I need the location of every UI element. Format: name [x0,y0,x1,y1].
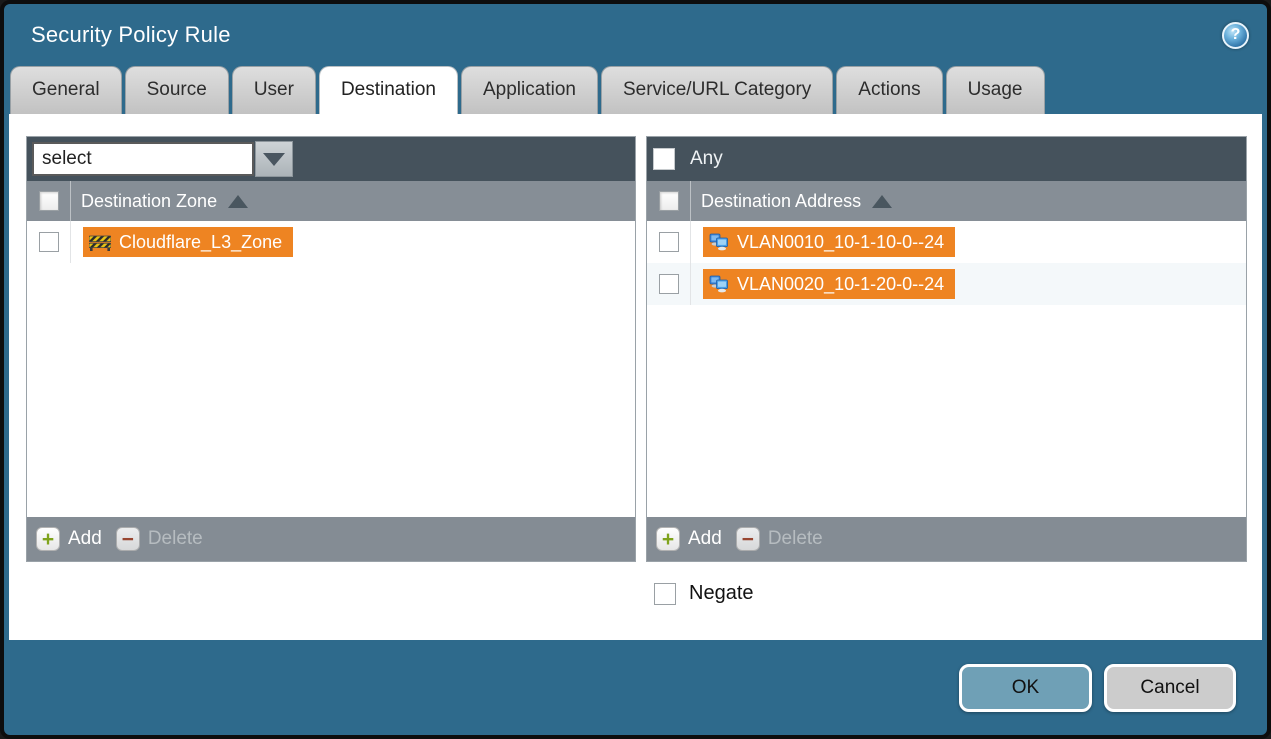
address-entry[interactable]: VLAN0010_10-1-10-0--24 [703,227,955,257]
negate-label: Negate [689,582,754,605]
dialog-titlebar: Security Policy Rule ? [4,4,1267,66]
address-column-label[interactable]: Destination Address [701,191,861,212]
tab-application[interactable]: Application [461,66,598,114]
zone-column-header: Destination Zone [27,181,635,221]
cancel-button[interactable]: Cancel [1104,664,1236,712]
any-label: Any [690,148,723,170]
zone-delete-button[interactable]: − Delete [116,527,203,551]
zone-select-input[interactable] [32,142,254,176]
address-entry[interactable]: VLAN0020_10-1-20-0--24 [703,269,955,299]
minus-icon: − [116,527,140,551]
address-add-button[interactable]: + Add [656,527,722,551]
zone-select-dropdown-button[interactable] [255,141,293,177]
address-column-header: Destination Address [647,181,1246,221]
address-any-bar: Any [647,137,1246,181]
tab-source[interactable]: Source [125,66,229,114]
security-policy-rule-dialog: Security Policy Rule ? General Source Us… [0,0,1271,739]
any-checkbox[interactable] [653,148,675,170]
zone-row-checkbox[interactable] [39,232,59,252]
zone-entry[interactable]: Cloudflare_L3_Zone [83,227,293,257]
ok-button[interactable]: OK [959,664,1092,712]
chevron-down-icon [263,153,285,166]
address-entry-label: VLAN0010_10-1-10-0--24 [737,232,944,253]
tab-bar: General Source User Destination Applicat… [4,66,1267,114]
zone-add-button[interactable]: + Add [36,527,102,551]
tab-destination[interactable]: Destination [319,66,458,114]
minus-icon: − [736,527,760,551]
zone-actions-bar: + Add − Delete [27,517,635,561]
table-row: VLAN0020_10-1-20-0--24 [647,263,1246,305]
address-list: VLAN0010_10-1-10-0--24 [647,221,1246,517]
zone-entry-label: Cloudflare_L3_Zone [119,232,282,253]
plus-icon: + [36,527,60,551]
address-row-checkbox[interactable] [659,232,679,252]
address-entry-label: VLAN0020_10-1-20-0--24 [737,274,944,295]
dialog-title: Security Policy Rule [31,22,231,48]
destination-tab-content: Destination Zone [9,114,1262,640]
tab-user[interactable]: User [232,66,316,114]
destination-address-panel: Any Destination Address [646,136,1247,562]
zone-column-label[interactable]: Destination Zone [81,191,217,212]
destination-address-column: Any Destination Address [646,136,1247,605]
zone-list: Cloudflare_L3_Zone [27,221,635,517]
address-row-checkbox[interactable] [659,274,679,294]
negate-checkbox[interactable] [654,583,676,605]
address-icon [709,275,729,293]
sort-ascending-icon [228,195,248,208]
tab-actions[interactable]: Actions [836,66,942,114]
negate-row: Negate [646,582,1247,605]
dialog-footer: OK Cancel [4,640,1267,735]
zone-select-bar [27,137,635,181]
zone-icon [89,234,111,251]
help-icon[interactable]: ? [1222,22,1249,49]
zone-select-all-checkbox[interactable] [39,191,59,211]
address-actions-bar: + Add − Delete [647,517,1246,561]
address-delete-button[interactable]: − Delete [736,527,823,551]
sort-ascending-icon [872,195,892,208]
table-row: Cloudflare_L3_Zone [27,221,635,263]
address-icon [709,233,729,251]
destination-zone-panel: Destination Zone [26,136,636,562]
tab-service-url-category[interactable]: Service/URL Category [601,66,833,114]
help-glyph: ? [1231,26,1241,44]
address-select-all-checkbox[interactable] [659,191,679,211]
tab-general[interactable]: General [10,66,122,114]
plus-icon: + [656,527,680,551]
tab-usage[interactable]: Usage [946,66,1045,114]
table-row: VLAN0010_10-1-10-0--24 [647,221,1246,263]
